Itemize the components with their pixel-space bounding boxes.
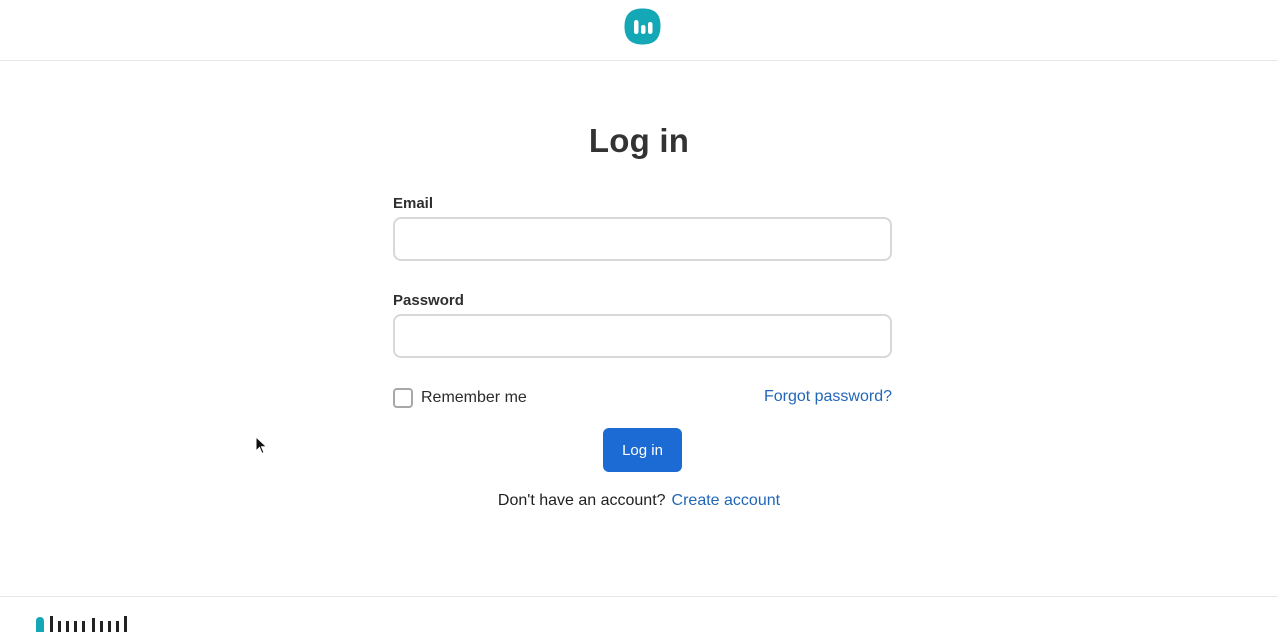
brand-logo-icon[interactable] (623, 7, 662, 46)
remember-me-checkbox[interactable] (393, 388, 413, 408)
create-account-link[interactable]: Create account (672, 492, 781, 509)
forgot-password-link[interactable]: Forgot password? (764, 388, 892, 406)
login-button[interactable]: Log in (603, 428, 682, 472)
password-field[interactable] (393, 314, 892, 358)
mouse-cursor-icon (255, 436, 268, 455)
signup-row: Don't have an account? Create account (0, 492, 1278, 510)
page-title: Log in (588, 122, 690, 159)
top-bar (0, 0, 1278, 61)
signup-prompt: Don't have an account? (497, 492, 666, 509)
remember-me-label[interactable]: Remember me (421, 389, 527, 407)
email-label: Email (393, 195, 434, 212)
footer-brand-logo-icon (36, 616, 127, 632)
footer-divider (0, 596, 1278, 597)
email-field[interactable] (393, 217, 892, 261)
password-label: Password (393, 292, 464, 309)
